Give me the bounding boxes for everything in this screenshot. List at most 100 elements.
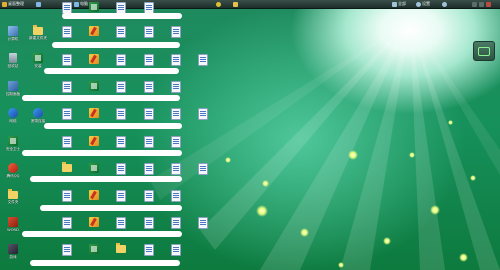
document-icon <box>198 54 208 66</box>
sparkle <box>383 237 391 245</box>
sparkle <box>300 228 309 237</box>
shield-icon <box>216 1 221 7</box>
document-icon <box>116 163 126 175</box>
document-icon <box>144 244 154 256</box>
document-icon <box>62 108 72 120</box>
document-icon <box>62 81 72 93</box>
document-icon <box>116 81 126 93</box>
document-icon <box>171 54 181 66</box>
document-icon <box>198 217 208 229</box>
desktop-icon-word[interactable]: WORD <box>2 217 24 239</box>
toolbar-right-help[interactable] <box>442 1 447 7</box>
desktop: { "topbar": { "items": [ {"label":"桌面整理"… <box>0 0 500 270</box>
document-icon <box>171 81 181 93</box>
document-icon <box>144 136 154 148</box>
document-icon <box>144 54 154 66</box>
sparkle <box>430 205 440 215</box>
desktop-icon-qq[interactable]: 腾讯QQ <box>2 163 24 185</box>
desktop-icon-recycle-bin[interactable]: 回收站 <box>2 53 24 75</box>
document-icon <box>62 190 72 202</box>
control-panel-icon <box>8 81 18 91</box>
document-icon <box>144 108 154 120</box>
maximize-icon[interactable] <box>479 1 484 7</box>
archive-icon <box>89 136 99 146</box>
folder-icon <box>62 162 72 172</box>
gear-icon <box>416 1 421 7</box>
document-icon <box>171 217 181 229</box>
document-icon <box>198 108 208 120</box>
folder-icon <box>233 1 238 7</box>
chat-widget-button[interactable] <box>473 41 495 61</box>
program-icon <box>89 81 99 91</box>
document-icon <box>116 217 126 229</box>
redaction-mark <box>30 176 182 182</box>
archive-icon <box>89 108 99 118</box>
document-icon <box>116 190 126 202</box>
toolbar-item-menu[interactable]: 桌面整理 <box>2 1 24 7</box>
document-icon <box>62 136 72 148</box>
archive-icon <box>89 26 99 36</box>
desktop-file-icon[interactable] <box>192 108 214 130</box>
document-icon <box>62 54 72 66</box>
redaction-mark <box>22 95 180 101</box>
document-icon <box>116 54 126 66</box>
help-icon <box>442 1 447 7</box>
program-icon <box>89 2 99 12</box>
document-icon <box>198 163 208 175</box>
sparkle <box>225 157 231 163</box>
document-icon <box>62 217 72 229</box>
close-icon[interactable] <box>486 1 491 7</box>
network-icon <box>8 108 18 118</box>
network-connection-icon <box>33 108 43 118</box>
program-icon <box>89 163 99 173</box>
sparkle <box>348 150 358 160</box>
sparkle <box>459 253 468 262</box>
sparkle <box>338 262 344 268</box>
desktop-icon-folder[interactable]: 文件夹 <box>2 189 24 212</box>
desktop-icon-control-panel[interactable]: 控制面板 <box>2 81 24 103</box>
toolbar-item-monitor[interactable] <box>36 1 41 7</box>
chat-bubble-icon <box>478 46 490 56</box>
app-menu-icon <box>2 1 7 7</box>
desktop-file-icon[interactable] <box>192 54 214 76</box>
desktop-icon-new-folder[interactable]: 新建文件夹 <box>27 25 49 48</box>
document-icon <box>116 136 126 148</box>
desktop-file-icon[interactable] <box>192 163 214 185</box>
package-icon <box>33 53 43 63</box>
desktop-file-icon[interactable] <box>192 217 214 239</box>
minimize-icon[interactable] <box>472 1 477 7</box>
word-icon <box>8 217 18 227</box>
document-icon <box>171 244 181 256</box>
document-icon <box>62 244 72 256</box>
toolbar-right-settings[interactable]: 设置 <box>416 1 430 7</box>
shield-app-icon <box>8 136 18 146</box>
redaction-mark <box>44 68 179 74</box>
redaction-mark <box>40 205 182 211</box>
redaction-mark <box>52 42 180 48</box>
document-icon <box>144 26 154 38</box>
document-icon <box>144 163 154 175</box>
program-icon <box>89 244 99 254</box>
redaction-mark <box>22 231 182 237</box>
desktop-icon-network[interactable]: 网络 <box>2 108 24 130</box>
toolbar-right-all[interactable]: 全部 <box>392 1 406 7</box>
document-icon <box>144 217 154 229</box>
folder-icon <box>116 243 126 253</box>
toolbar-item-folder[interactable] <box>233 1 238 7</box>
sparkle <box>448 120 453 125</box>
desktop-icon-computer[interactable]: 计算机 <box>2 26 24 48</box>
game-icon <box>8 244 18 254</box>
redaction-mark <box>30 260 180 266</box>
sparkle <box>470 175 476 181</box>
document-icon <box>116 26 126 38</box>
redaction-mark <box>44 123 182 129</box>
redaction-mark <box>62 13 182 19</box>
desktop-icon-game[interactable]: 游戏 <box>2 244 24 266</box>
document-icon <box>144 190 154 202</box>
toolbar-item-shield[interactable] <box>216 1 221 7</box>
sparkle <box>256 205 268 217</box>
folder-icon <box>33 25 43 35</box>
qq-icon <box>8 163 18 173</box>
document-icon <box>116 108 126 120</box>
desktop-icon-security[interactable]: 安全卫士 <box>2 136 24 158</box>
